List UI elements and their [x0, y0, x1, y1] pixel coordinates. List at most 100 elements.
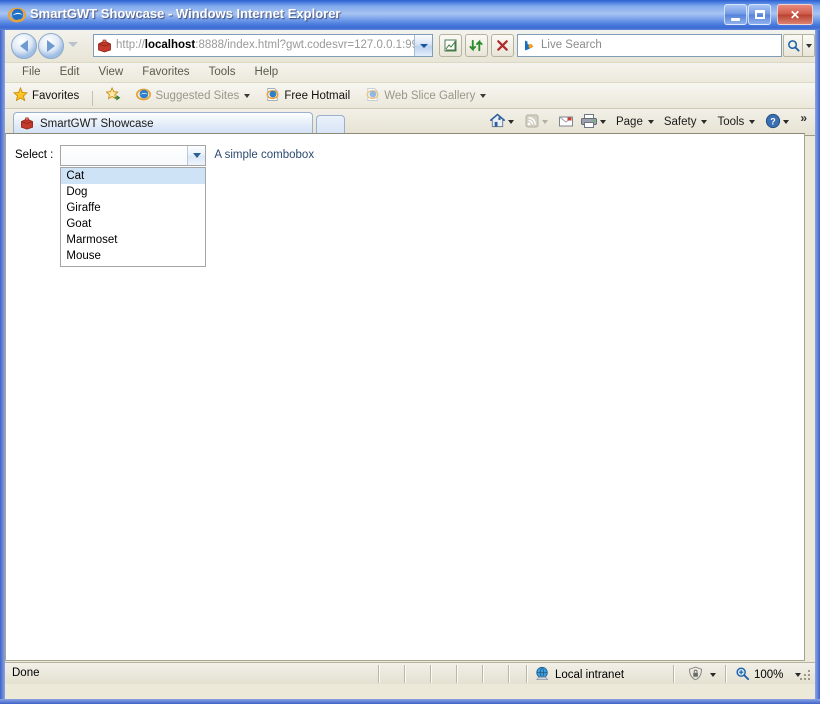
- read-mail-button[interactable]: [555, 109, 577, 135]
- internet-explorer-icon: [7, 6, 27, 24]
- combobox-hint: A simple combobox: [214, 149, 315, 161]
- help-menu-button[interactable]: ?: [762, 109, 796, 135]
- favorites-label: Favorites: [32, 89, 80, 102]
- read-mail-icon: [558, 114, 574, 131]
- security-zone-label: Local intranet: [555, 669, 625, 681]
- favorites-item-free-hotmail[interactable]: Free Hotmail: [259, 83, 356, 108]
- magnifier-icon: [787, 40, 800, 52]
- favorites-button[interactable]: Favorites: [5, 83, 85, 108]
- stop-button[interactable]: [491, 34, 514, 57]
- address-bar-row: http://localhost:8888/index.html?gwt.cod…: [5, 30, 815, 63]
- window-title: SmartGWT Showcase - Windows Internet Exp…: [30, 6, 341, 21]
- favorites-item-label: Web Slice Gallery: [384, 89, 476, 102]
- print-icon: [580, 113, 598, 132]
- address-dropdown-button[interactable]: [414, 35, 432, 56]
- resize-grip[interactable]: [800, 670, 812, 682]
- zoom-control[interactable]: 100%: [735, 666, 805, 684]
- star-icon: [12, 86, 29, 105]
- status-separator: [526, 665, 528, 683]
- add-to-favorites-bar-button[interactable]: [100, 83, 127, 108]
- page-viewport: Select : Cat Dog Giraffe Goat Marmoset M…: [5, 133, 805, 661]
- minimize-button[interactable]: [724, 4, 747, 25]
- status-separator: [673, 665, 675, 683]
- minimize-icon: [725, 5, 746, 24]
- compatibility-view-icon: [444, 39, 457, 52]
- home-icon: [489, 112, 506, 132]
- page-menu-button[interactable]: Page: [613, 109, 661, 135]
- chevron-down-icon: [541, 120, 548, 124]
- tools-menu-button[interactable]: Tools: [714, 109, 762, 135]
- feeds-button[interactable]: [521, 109, 555, 135]
- chevron-down-icon: [805, 43, 812, 48]
- chevron-down-icon: [507, 120, 514, 124]
- menu-view[interactable]: View: [90, 63, 131, 80]
- help-icon: ?: [765, 113, 781, 132]
- address-bar[interactable]: http://localhost:8888/index.html?gwt.cod…: [93, 34, 433, 57]
- status-separator: [430, 665, 432, 683]
- tab-smartgwt-showcase[interactable]: SmartGWT Showcase: [13, 112, 313, 135]
- combobox-option-list[interactable]: Cat Dog Giraffe Goat Marmoset Mouse: [60, 167, 207, 267]
- recent-pages-icon[interactable]: [68, 42, 78, 47]
- combobox-option-giraffe[interactable]: Giraffe: [61, 200, 205, 216]
- globe-icon: [535, 666, 550, 684]
- refresh-button[interactable]: [465, 34, 488, 57]
- search-go-button[interactable]: [783, 34, 803, 57]
- forward-button[interactable]: [38, 33, 64, 59]
- search-options-button[interactable]: [803, 34, 815, 57]
- toolbar-separator: [92, 91, 94, 107]
- status-separator: [378, 665, 380, 683]
- command-bar-overflow-button[interactable]: »: [796, 111, 811, 134]
- combobox-option-mouse[interactable]: Mouse: [61, 248, 205, 264]
- tab-label: SmartGWT Showcase: [40, 118, 154, 130]
- safety-menu-button[interactable]: Safety: [661, 109, 715, 135]
- back-button[interactable]: [11, 33, 37, 59]
- page-menu-label: Page: [615, 116, 643, 128]
- address-path: :8888/index.html?gwt.codesvr=127.0.0.1:9…: [195, 39, 425, 51]
- combobox-widget: Cat Dog Giraffe Goat Marmoset Mouse: [60, 145, 207, 267]
- title-bar: SmartGWT Showcase - Windows Internet Exp…: [0, 0, 820, 30]
- select-label: Select :: [15, 149, 54, 161]
- chevron-down-icon: [480, 93, 487, 98]
- favorites-item-suggested-sites[interactable]: Suggested Sites: [130, 83, 256, 108]
- status-separator: [725, 665, 727, 683]
- search-box[interactable]: Live Search: [517, 34, 782, 57]
- menu-help[interactable]: Help: [247, 63, 287, 80]
- close-button[interactable]: ✕: [777, 4, 813, 25]
- maximize-button[interactable]: [748, 4, 771, 25]
- combobox-form: Select : Cat Dog Giraffe Goat Marmoset M…: [15, 145, 315, 267]
- new-tab-button[interactable]: [316, 115, 345, 135]
- security-zone[interactable]: Local intranet: [535, 666, 624, 684]
- address-host: localhost: [144, 39, 196, 51]
- protected-mode-indicator[interactable]: [687, 666, 720, 684]
- menu-edit[interactable]: Edit: [52, 63, 88, 80]
- combobox-option-dog[interactable]: Dog: [61, 184, 205, 200]
- compatibility-view-button[interactable]: [439, 34, 462, 57]
- zoom-level-label: 100%: [754, 669, 784, 681]
- combobox-option-cat[interactable]: Cat: [61, 168, 206, 184]
- menu-bar: File Edit View Favorites Tools Help: [5, 63, 815, 83]
- chevron-down-icon: [710, 673, 716, 677]
- chevron-down-icon: [783, 120, 790, 124]
- home-button[interactable]: [486, 109, 521, 135]
- chevron-down-icon: [599, 120, 606, 124]
- menu-file[interactable]: File: [14, 63, 49, 80]
- combobox-option-goat[interactable]: Goat: [61, 216, 205, 232]
- address-protocol: http://: [116, 39, 145, 51]
- search-placeholder: Live Search: [541, 39, 602, 51]
- favorites-bar: Favorites Suggested Sites Free Hotmail W…: [5, 83, 815, 109]
- status-text: Done: [12, 667, 40, 679]
- menu-favorites[interactable]: Favorites: [134, 63, 197, 80]
- combobox-input[interactable]: [60, 145, 207, 166]
- menu-tools[interactable]: Tools: [201, 63, 244, 80]
- combobox-option-marmoset[interactable]: Marmoset: [61, 232, 205, 248]
- protected-mode-icon: [687, 666, 704, 684]
- favorites-item-label: Free Hotmail: [284, 89, 351, 102]
- address-text: http://localhost:8888/index.html?gwt.cod…: [116, 39, 424, 51]
- chevron-down-icon: [749, 120, 756, 124]
- favorites-item-web-slice-gallery[interactable]: Web Slice Gallery: [359, 83, 492, 108]
- chevron-down-icon: [419, 43, 428, 48]
- tools-menu-label: Tools: [717, 116, 745, 128]
- print-button[interactable]: [577, 109, 613, 135]
- combobox-dropdown-button[interactable]: [187, 146, 206, 165]
- command-bar: Page Safety Tools ? »: [486, 109, 811, 135]
